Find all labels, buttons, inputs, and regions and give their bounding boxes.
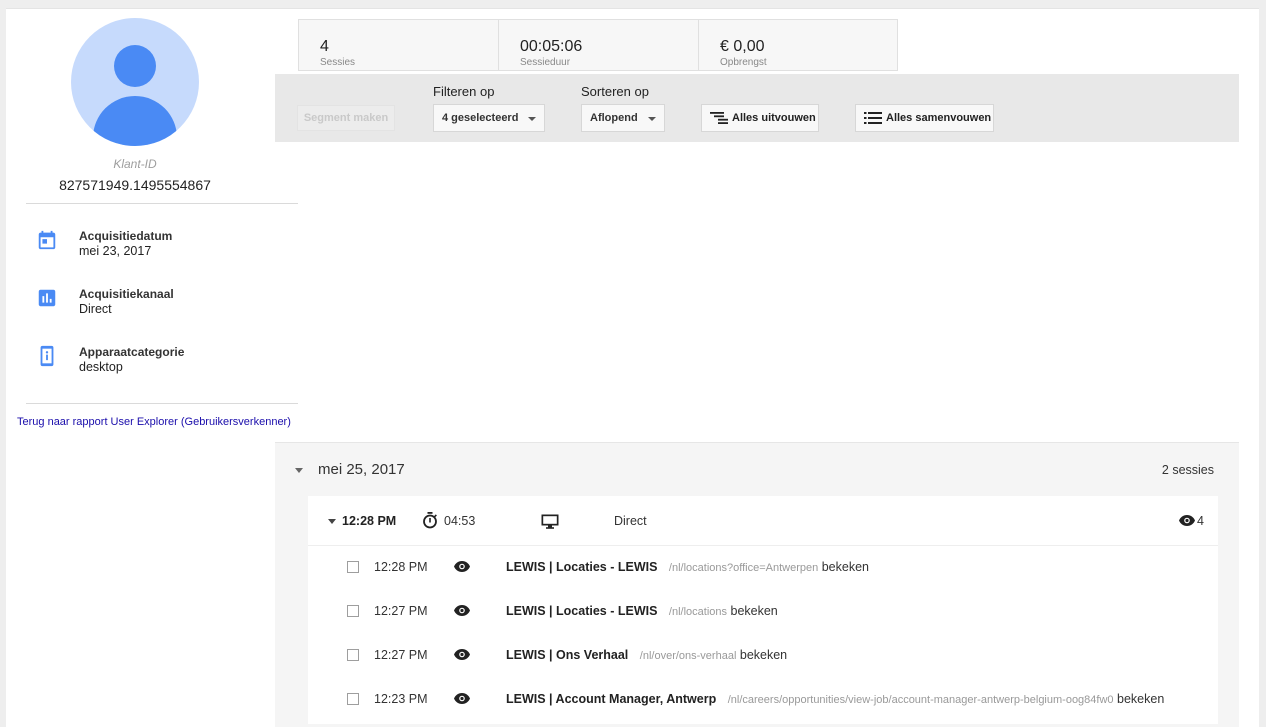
info-device-category: Apparaatcategorie desktop bbox=[36, 345, 296, 381]
client-id-label: Klant-ID bbox=[113, 157, 157, 171]
metric-label: Sessieduur bbox=[520, 57, 571, 68]
hit-action: bekeken bbox=[821, 560, 869, 574]
metric-value: 00:05:06 bbox=[520, 38, 583, 55]
day-session-count: 2 sessies bbox=[1161, 463, 1214, 477]
calendar-icon bbox=[38, 230, 56, 250]
expand-list-icon bbox=[710, 112, 728, 124]
sort-select[interactable]: Aflopend bbox=[581, 104, 665, 132]
info-label: Acquisitiekanaal bbox=[79, 287, 174, 301]
session-header[interactable]: 12:28 PM 04:53 Direct 4 bbox=[308, 496, 1218, 546]
avatar-body bbox=[93, 96, 177, 146]
toolbar: Segment maken Filteren op 4 geselecteerd… bbox=[275, 74, 1239, 142]
day-header[interactable]: mei 25, 2017 2 sessies bbox=[275, 443, 1239, 495]
hit-time: 12:28 PM bbox=[374, 560, 428, 574]
list-icon bbox=[864, 112, 882, 124]
eye-icon bbox=[454, 693, 470, 704]
divider-top bbox=[26, 203, 298, 204]
eye-icon bbox=[1179, 515, 1195, 526]
sort-select-value: Aflopend bbox=[590, 112, 638, 124]
filter-select-value: 4 geselecteerd bbox=[442, 112, 519, 124]
user-explorer-page: Klant-ID 827571949.1495554867 Acquisitie… bbox=[6, 8, 1259, 727]
info-acquisition-channel: Acquisitiekanaal Direct bbox=[36, 287, 296, 323]
hit-description: LEWIS | Ons Verhaal /nl/over/ons-verhaal… bbox=[506, 648, 787, 662]
hit-checkbox[interactable] bbox=[347, 649, 359, 661]
divider-bottom bbox=[26, 403, 298, 404]
hit-row: 12:28 PM LEWIS | Locaties - LEWIS /nl/lo… bbox=[308, 546, 1218, 590]
eye-icon bbox=[454, 605, 470, 616]
hit-description: LEWIS | Locaties - LEWIS /nl/locations b… bbox=[506, 604, 778, 618]
hit-time: 12:27 PM bbox=[374, 648, 428, 662]
session-time: 12:28 PM bbox=[342, 514, 397, 528]
hit-page-path: /nl/locations?office=Antwerpen bbox=[668, 562, 819, 574]
session-card: 12:28 PM 04:53 Direct 4 12:28 PM LEWIS |… bbox=[308, 496, 1218, 724]
create-segment-button[interactable]: Segment maken bbox=[297, 105, 395, 131]
hit-action: bekeken bbox=[1117, 692, 1165, 706]
bar-chart-icon bbox=[38, 289, 56, 307]
hit-page-title: LEWIS | Account Manager, Antwerp bbox=[506, 692, 717, 706]
metric-revenue: € 0,00 Opbrengst bbox=[698, 19, 898, 71]
avatar-head bbox=[114, 45, 156, 87]
info-acquisition-date: Acquisitiedatum mei 23, 2017 bbox=[36, 229, 296, 265]
collapse-all-button[interactable]: Alles samenvouwen bbox=[855, 104, 994, 132]
top-strip bbox=[0, 0, 1266, 8]
info-value: mei 23, 2017 bbox=[79, 244, 152, 258]
filter-label: Filteren op bbox=[433, 84, 495, 99]
hit-description: LEWIS | Locaties - LEWIS /nl/locations?o… bbox=[506, 560, 869, 574]
hit-checkbox[interactable] bbox=[347, 693, 359, 705]
hit-row: 12:23 PM LEWIS | Account Manager, Antwer… bbox=[308, 678, 1218, 722]
collapse-triangle-icon bbox=[295, 468, 303, 473]
avatar bbox=[71, 18, 199, 146]
filter-select[interactable]: 4 geselecteerd bbox=[433, 104, 545, 132]
hit-page-title: LEWIS | Locaties - LEWIS bbox=[506, 560, 658, 574]
hit-action: bekeken bbox=[739, 648, 788, 662]
metric-value: € 0,00 bbox=[720, 38, 765, 55]
metric-sessions: 4 Sessies bbox=[298, 19, 498, 71]
metric-label: Sessies bbox=[320, 57, 356, 68]
expand-all-button[interactable]: Alles uitvouwen bbox=[701, 104, 819, 132]
info-label: Apparaatcategorie bbox=[79, 345, 185, 359]
hit-page-path: /nl/over/ons-verhaal bbox=[639, 650, 737, 662]
metric-label: Opbrengst bbox=[720, 57, 767, 68]
collapse-all-label: Alles samenvouwen bbox=[886, 112, 992, 124]
hit-row: 12:27 PM LEWIS | Locaties - LEWIS /nl/lo… bbox=[308, 590, 1218, 634]
expand-all-label: Alles uitvouwen bbox=[732, 112, 816, 124]
hit-time: 12:27 PM bbox=[374, 604, 428, 618]
client-id-value: 827571949.1495554867 bbox=[59, 177, 211, 193]
stopwatch-icon bbox=[423, 512, 437, 529]
day-date: mei 25, 2017 bbox=[318, 461, 405, 478]
hit-checkbox[interactable] bbox=[347, 561, 359, 573]
hit-page-path: /nl/locations bbox=[668, 606, 728, 618]
chevron-down-icon bbox=[528, 117, 536, 121]
hit-page-title: LEWIS | Locaties - LEWIS bbox=[506, 604, 658, 618]
hit-action: bekeken bbox=[730, 604, 778, 618]
session-channel: Direct bbox=[614, 514, 647, 528]
hit-row: 12:27 PM LEWIS | Ons Verhaal /nl/over/on… bbox=[308, 634, 1218, 678]
device-icon bbox=[40, 345, 54, 367]
metrics-bar: 4 Sessies 00:05:06 Sessieduur € 0,00 Opb… bbox=[298, 19, 898, 71]
eye-icon bbox=[454, 561, 470, 572]
metric-value: 4 bbox=[320, 38, 329, 55]
back-to-report-link[interactable]: Terug naar rapport User Explorer (Gebrui… bbox=[17, 416, 291, 428]
info-label: Acquisitiedatum bbox=[79, 229, 173, 243]
sort-label: Sorteren op bbox=[581, 84, 649, 99]
eye-icon bbox=[454, 649, 470, 660]
info-value: desktop bbox=[79, 360, 123, 374]
hit-time: 12:23 PM bbox=[374, 692, 428, 706]
info-value: Direct bbox=[79, 302, 112, 316]
hit-checkbox[interactable] bbox=[347, 605, 359, 617]
hit-page-title: LEWIS | Ons Verhaal bbox=[506, 648, 629, 662]
sessions-panel: mei 25, 2017 2 sessies 12:28 PM 04:53 Di… bbox=[275, 442, 1239, 727]
hit-description: LEWIS | Account Manager, Antwerp /nl/car… bbox=[506, 692, 1164, 706]
collapse-triangle-icon bbox=[328, 519, 336, 524]
desktop-icon bbox=[541, 514, 559, 529]
session-hit-count: 4 bbox=[1197, 514, 1204, 528]
chevron-down-icon bbox=[648, 117, 656, 121]
hit-page-path: /nl/careers/opportunities/view-job/accou… bbox=[727, 694, 1114, 706]
session-duration: 04:53 bbox=[444, 514, 476, 528]
metric-session-duration: 00:05:06 Sessieduur bbox=[498, 19, 698, 71]
